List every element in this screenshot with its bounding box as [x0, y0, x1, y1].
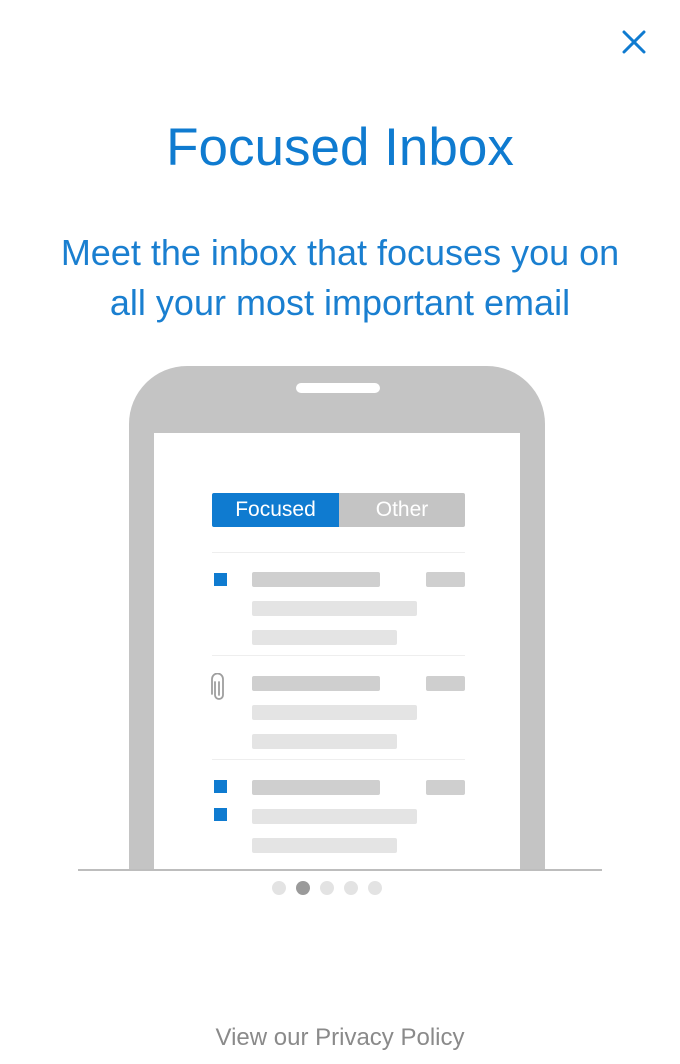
subtitle-line-1: Meet the inbox that focuses you on: [60, 232, 620, 273]
phone-speaker: [296, 383, 380, 393]
list-divider: [212, 552, 465, 553]
close-icon: [622, 30, 646, 54]
subject-placeholder: [252, 601, 417, 616]
sender-placeholder: [252, 572, 380, 587]
sender-placeholder: [252, 676, 380, 691]
time-placeholder: [426, 780, 465, 795]
illustration-baseline: [78, 869, 602, 871]
paperclip-icon: [211, 673, 224, 700]
preview-placeholder: [252, 838, 397, 853]
unread-square-icon: [214, 780, 227, 793]
phone-illustration: Focused Other: [129, 366, 545, 870]
page-title: Focused Inbox: [166, 118, 514, 177]
time-placeholder: [426, 676, 465, 691]
inbox-tabs: Focused Other: [212, 493, 465, 527]
preview-placeholder: [252, 630, 397, 645]
list-divider: [212, 759, 465, 760]
close-button[interactable]: [612, 22, 656, 62]
page-indicator: [272, 881, 382, 895]
sender-placeholder: [252, 780, 380, 795]
time-placeholder: [426, 572, 465, 587]
preview-placeholder: [252, 734, 397, 749]
page-dot-2-active[interactable]: [296, 881, 310, 895]
phone-screen: Focused Other: [154, 433, 520, 870]
page-subtitle: Meet the inbox that focuses you on all y…: [10, 228, 670, 328]
subject-placeholder: [252, 809, 417, 824]
flag-square-icon: [214, 808, 227, 821]
tab-other: Other: [339, 493, 465, 527]
page-dot-4[interactable]: [344, 881, 358, 895]
subtitle-line-2: all your most important email: [109, 282, 571, 323]
page-dot-3[interactable]: [320, 881, 334, 895]
page-dot-1[interactable]: [272, 881, 286, 895]
list-divider: [212, 655, 465, 656]
unread-square-icon: [214, 573, 227, 586]
subject-placeholder: [252, 705, 417, 720]
privacy-policy-link[interactable]: View our Privacy Policy: [0, 1020, 680, 1056]
tab-focused: Focused: [212, 493, 339, 527]
page-dot-5[interactable]: [368, 881, 382, 895]
